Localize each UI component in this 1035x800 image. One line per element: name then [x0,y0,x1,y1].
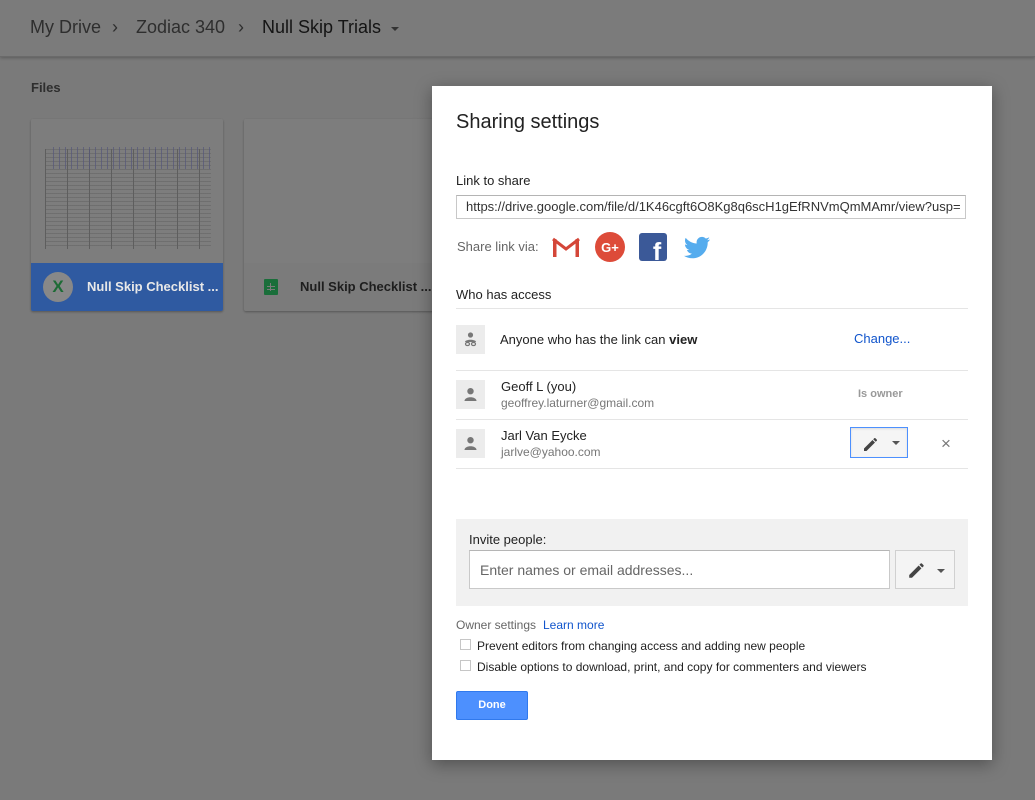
pencil-icon [864,437,878,451]
files-section-label: Files [31,80,61,95]
gmail-icon[interactable] [551,232,581,262]
owner-role-label: Is owner [858,388,903,400]
link-to-share-label: Link to share [456,173,531,188]
learn-more-link[interactable]: Learn more [543,618,604,632]
chevron-right-icon: › [238,17,244,37]
sharing-settings-dialog: Sharing settings Link to share https://d… [432,86,992,760]
person-icon [464,437,477,450]
pencil-icon [909,563,924,578]
avatar [456,380,485,409]
share-link-field[interactable]: https://drive.google.com/file/d/1K46cgft… [456,195,966,219]
who-has-access-label: Who has access [456,287,552,302]
chevron-right-icon: › [112,17,118,37]
owner-settings-label: Owner settings [456,618,537,632]
breadcrumb-my-drive[interactable]: My Drive [30,17,101,38]
link-access-permission: view [669,332,698,347]
facebook-text: f [653,238,662,262]
divider [456,308,968,309]
excel-icon: X [43,272,73,302]
divider [456,468,968,469]
chevron-down-icon [892,441,900,445]
invite-email-input[interactable] [469,550,890,589]
file-card[interactable]: Null Skip Checklist ... [244,119,436,311]
facebook-icon[interactable]: f [638,232,668,262]
person-name: Jarl Van Eycke [501,428,587,443]
file-card-footer: X Null Skip Checklist ... [31,263,223,311]
disable-download-checkbox[interactable] [460,660,471,671]
change-access-link[interactable]: Change... [854,331,910,346]
file-name: Null Skip Checklist ... [300,279,432,294]
invite-people-label: Invite people: [469,532,547,547]
link-access-text: Anyone who has the link can view [500,332,698,347]
drive-header: My Drive › Zodiac 340 › Null Skip Trials [0,0,1035,57]
person-email: jarlve@yahoo.com [501,445,601,459]
breadcrumb-current-folder[interactable]: Null Skip Trials [262,17,381,38]
person-name: Geoff L (you) [501,379,577,394]
invite-people-panel: Invite people: [456,519,968,606]
google-plus-icon[interactable]: G+ [595,232,625,262]
divider [456,370,968,371]
person-icon [464,388,477,401]
share-via-label: Share link via: [457,239,539,254]
prevent-editors-checkbox[interactable] [460,639,471,650]
person-email: geoffrey.laturner@gmail.com [501,396,655,410]
avatar [456,429,485,458]
file-thumbnail [31,119,223,263]
file-thumbnail [244,119,436,263]
prevent-editors-label: Prevent editors from changing access and… [477,639,806,653]
twitter-icon[interactable] [682,232,712,262]
remove-person-icon[interactable]: × [941,435,951,452]
google-plus-text: G+ [601,240,619,255]
done-button[interactable]: Done [456,691,528,720]
file-card[interactable]: X Null Skip Checklist ... [31,119,223,311]
breadcrumb-zodiac-340[interactable]: Zodiac 340 [136,17,225,38]
disable-download-label: Disable options to download, print, and … [477,660,867,674]
link-access-icon-box [456,325,485,354]
sheets-icon [264,279,278,295]
link-person-icon [464,332,477,347]
chevron-down-icon[interactable] [391,27,399,31]
file-card-footer: Null Skip Checklist ... [244,263,436,311]
file-name: Null Skip Checklist ... [87,279,219,294]
dialog-title: Sharing settings [456,111,600,133]
chevron-down-icon [937,569,945,573]
permission-dropdown[interactable] [850,427,908,458]
divider [456,419,968,420]
invite-permission-dropdown[interactable] [895,550,955,589]
